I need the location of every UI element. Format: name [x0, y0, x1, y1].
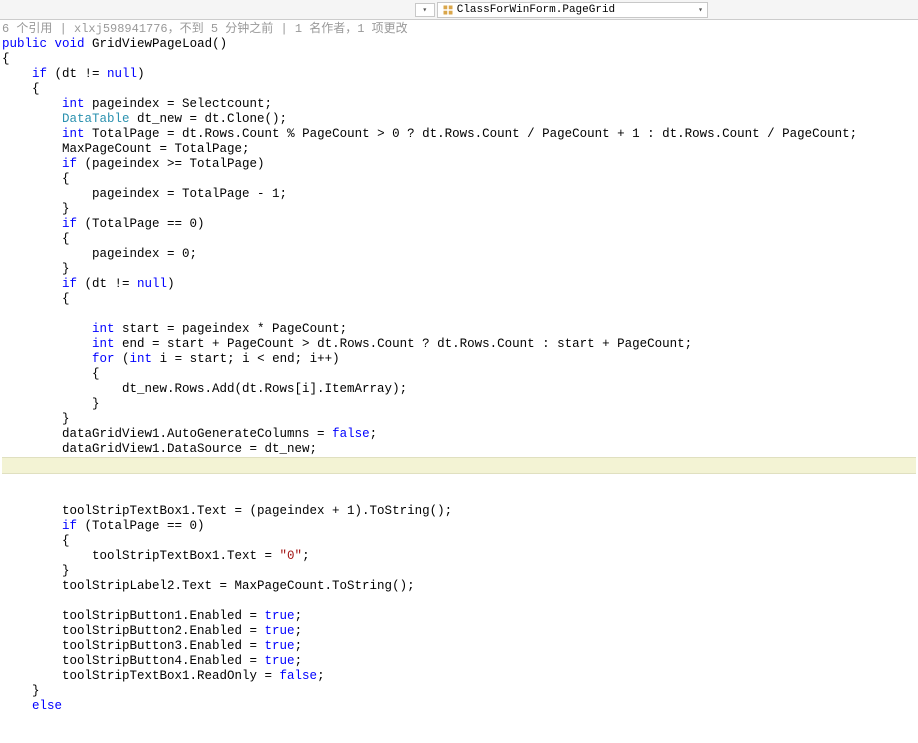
- codelens-info[interactable]: 6 个引用 | xlxj598941776，不到 5 分钟之前 | 1 名作者，…: [0, 20, 918, 37]
- navigation-bar: ▾ ClassForWinForm.PageGrid ▾: [0, 0, 918, 20]
- current-line: [2, 457, 916, 474]
- code-editor[interactable]: public void GridViewPageLoad() { if (dt …: [0, 37, 918, 718]
- class-dropdown-label: ClassForWinForm.PageGrid: [457, 4, 615, 16]
- chevron-down-icon: ▾: [698, 5, 703, 15]
- chevron-down-icon: ▾: [422, 5, 427, 15]
- class-icon: [442, 4, 454, 16]
- class-dropdown[interactable]: ClassForWinForm.PageGrid ▾: [437, 2, 708, 18]
- scope-dropdown-empty[interactable]: ▾: [415, 3, 435, 17]
